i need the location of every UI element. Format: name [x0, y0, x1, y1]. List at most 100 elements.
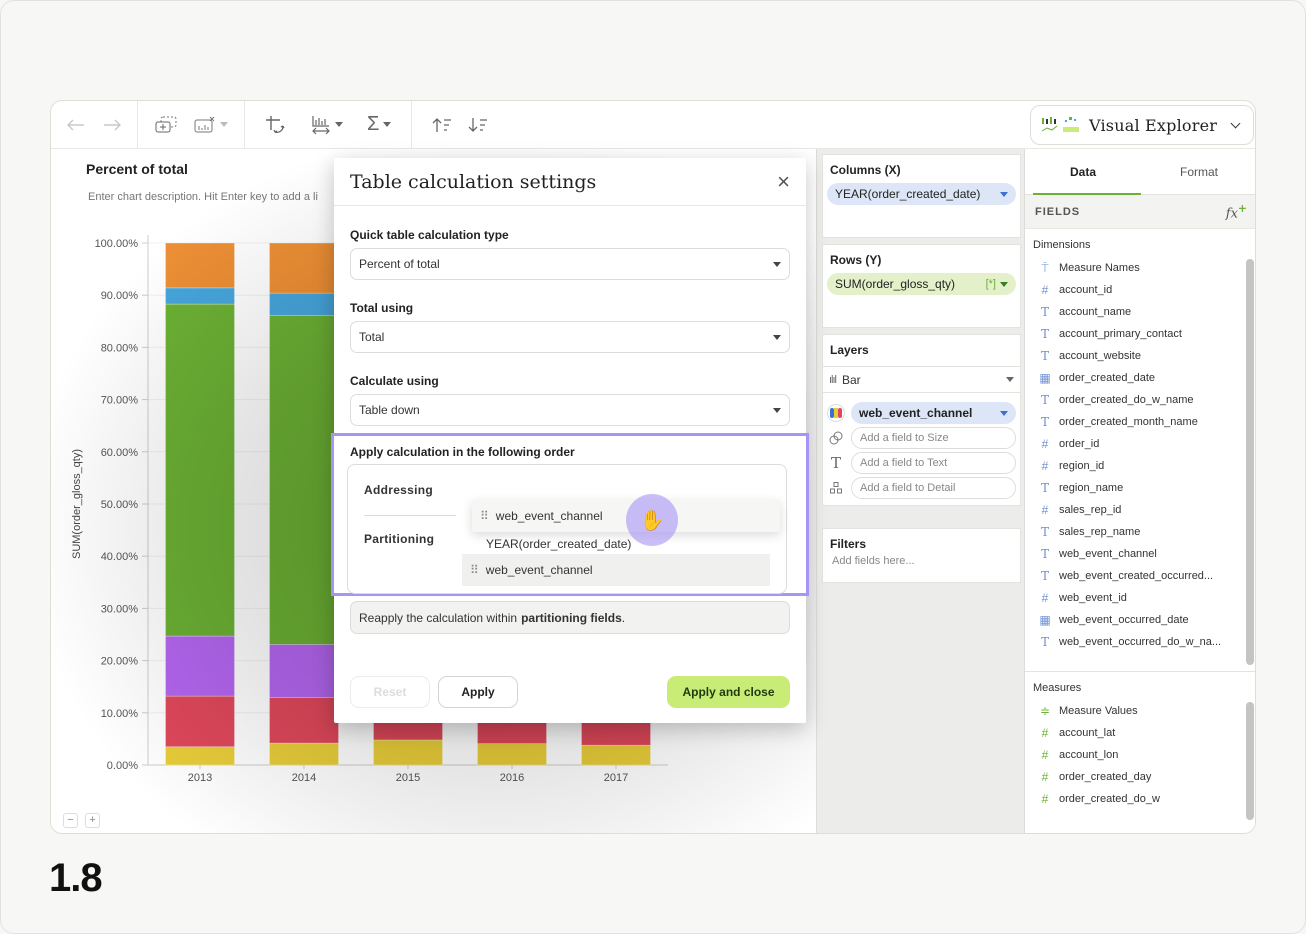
text-field-input[interactable]: Add a field to Text — [851, 452, 1016, 474]
field-label: sales_rep_id — [1059, 504, 1122, 516]
zoom-out-button[interactable]: − — [63, 813, 78, 828]
columns-pill[interactable]: YEAR(order_created_date) — [827, 183, 1016, 205]
y-tick-label: 20.00% — [101, 656, 139, 668]
text-icon: T — [1040, 525, 1049, 539]
field-label: region_id — [1059, 460, 1105, 472]
zoom-controls: − + — [63, 813, 100, 828]
hint-bold: partitioning fields — [521, 610, 622, 625]
chevron-down-icon — [773, 334, 781, 340]
undo-button[interactable] — [67, 119, 85, 131]
add-sheet-icon — [155, 116, 177, 132]
field-item[interactable]: # account_lat — [1025, 722, 1255, 744]
field-item[interactable]: ≑ Measure Values — [1025, 700, 1255, 722]
field-item[interactable]: Tsales_rep_name — [1025, 521, 1255, 543]
measure-values-icon: ≑ — [1039, 704, 1051, 718]
field-label: web_event_occurred_do_w_na... — [1059, 636, 1222, 648]
quick-type-select[interactable]: Percent of total — [350, 248, 790, 280]
sort-descending-button[interactable] — [468, 117, 488, 133]
filters-title: Filters — [830, 537, 867, 551]
fit-width-icon — [312, 115, 330, 134]
field-item[interactable]: Tweb_event_occurred_do_w_na... — [1025, 631, 1255, 653]
field-label: Measure Values — [1059, 705, 1138, 717]
field-item[interactable]: Tweb_event_channel — [1025, 543, 1255, 565]
chevron-down-icon — [220, 122, 228, 127]
field-item[interactable]: # region_id — [1025, 455, 1255, 477]
apply-button[interactable]: Apply — [438, 676, 518, 708]
size-field-input[interactable]: Add a field to Size — [851, 427, 1016, 449]
layer-type-label: Bar — [842, 372, 861, 387]
text-icon: T — [1040, 481, 1049, 495]
partitioning-field[interactable]: YEAR(order_created_date) — [486, 537, 631, 551]
x-tick-label: 2014 — [292, 772, 316, 784]
close-icon[interactable]: × — [777, 170, 790, 193]
zoom-in-button[interactable]: + — [85, 813, 100, 828]
field-item[interactable]: Torder_created_month_name — [1025, 411, 1255, 433]
sort-ascending-button[interactable] — [432, 117, 452, 133]
number-icon: # — [1041, 770, 1049, 784]
total-using-value: Total — [359, 330, 385, 344]
field-label: sales_rep_name — [1059, 526, 1141, 538]
columns-shelf[interactable]: Columns (X) YEAR(order_created_date) — [822, 154, 1021, 238]
field-item[interactable]: Tweb_event_created_occurred... — [1025, 565, 1255, 587]
axes-group: Σ — [245, 101, 413, 149]
color-palette-icon[interactable] — [827, 404, 845, 422]
partition-item[interactable]: ⠿ web_event_channel — [462, 554, 770, 586]
fields-header: FIELDS fx+ — [1025, 195, 1255, 229]
apply-and-close-button[interactable]: Apply and close — [667, 676, 790, 708]
bar-segment-green — [165, 303, 235, 637]
field-item[interactable]: Taccount_website — [1025, 345, 1255, 367]
field-item[interactable]: # account_lon — [1025, 744, 1255, 766]
y-tick-label: 10.00% — [101, 708, 139, 720]
drag-handle-icon[interactable]: ⠿ — [480, 509, 489, 523]
panel-tabs: Data Format — [1025, 149, 1255, 195]
detail-field-input[interactable]: Add a field to Detail — [851, 477, 1016, 499]
field-item[interactable]: # order_created_day — [1025, 766, 1255, 788]
add-sheet-button[interactable] — [154, 115, 178, 135]
field-item[interactable]: Torder_created_do_w_name — [1025, 389, 1255, 411]
layer-type-select[interactable]: ılıl Bar — [823, 366, 1020, 392]
clear-chart-icon — [194, 116, 215, 132]
visual-explorer-label: Visual Explorer — [1089, 115, 1218, 135]
dimensions-scrollbar[interactable] — [1246, 259, 1254, 665]
filters-shelf[interactable]: Filters Add fields here... — [822, 528, 1021, 583]
field-item[interactable]: ▦ web_event_occurred_date — [1025, 609, 1255, 631]
add-calculated-field-button[interactable]: fx+ — [1226, 202, 1247, 221]
field-item[interactable]: Tregion_name — [1025, 477, 1255, 499]
color-field-pill[interactable]: web_event_channel — [851, 402, 1016, 424]
field-item[interactable]: # account_id — [1025, 279, 1255, 301]
field-item[interactable]: # sales_rep_id — [1025, 499, 1255, 521]
clear-chart-button[interactable] — [194, 116, 228, 134]
dimensions-title: Dimensions — [1033, 239, 1091, 251]
chevron-down-icon — [383, 122, 392, 127]
rows-shelf[interactable]: Rows (Y) SUM(order_gloss_qty) [*] — [822, 244, 1021, 328]
field-item[interactable]: Taccount_primary_contact — [1025, 323, 1255, 345]
total-using-select[interactable]: Total — [350, 321, 790, 353]
field-item[interactable]: # order_id — [1025, 433, 1255, 455]
drag-handle-icon[interactable]: ⠿ — [470, 563, 479, 577]
field-item[interactable]: ▦ order_created_date — [1025, 367, 1255, 389]
field-item[interactable]: # web_event_id — [1025, 587, 1255, 609]
field-label: account_name — [1059, 306, 1132, 318]
chevron-down-icon[interactable] — [1000, 281, 1008, 287]
chevron-down-icon[interactable] — [1000, 191, 1008, 197]
tab-format[interactable]: Format — [1141, 149, 1255, 194]
chevron-down-icon[interactable] — [1000, 410, 1008, 416]
text-icon: T — [1040, 305, 1049, 319]
calculate-using-select[interactable]: Table down — [350, 394, 790, 426]
field-item[interactable]: # order_created_do_w — [1025, 788, 1255, 810]
field-item[interactable]: Taccount_name — [1025, 301, 1255, 323]
tab-data[interactable]: Data — [1025, 149, 1141, 195]
swap-axes-button[interactable] — [265, 114, 287, 136]
measures-scrollbar[interactable] — [1246, 702, 1254, 820]
aggregate-button[interactable]: Σ — [367, 113, 392, 136]
field-item[interactable]: ⍑ Measure Names — [1025, 257, 1255, 279]
redo-button[interactable] — [103, 119, 121, 131]
visual-explorer-selector[interactable]: Visual Explorer — [1030, 105, 1254, 145]
field-label: region_name — [1059, 482, 1124, 494]
reset-button[interactable]: Reset — [350, 676, 430, 708]
calculation-order-section: Apply calculation in the following order… — [331, 433, 809, 596]
swap-axes-icon — [266, 115, 285, 133]
fit-width-button[interactable] — [311, 114, 343, 136]
rows-pill[interactable]: SUM(order_gloss_qty) [*] — [827, 273, 1016, 295]
rows-pill-label: SUM(order_gloss_qty) — [835, 277, 956, 291]
